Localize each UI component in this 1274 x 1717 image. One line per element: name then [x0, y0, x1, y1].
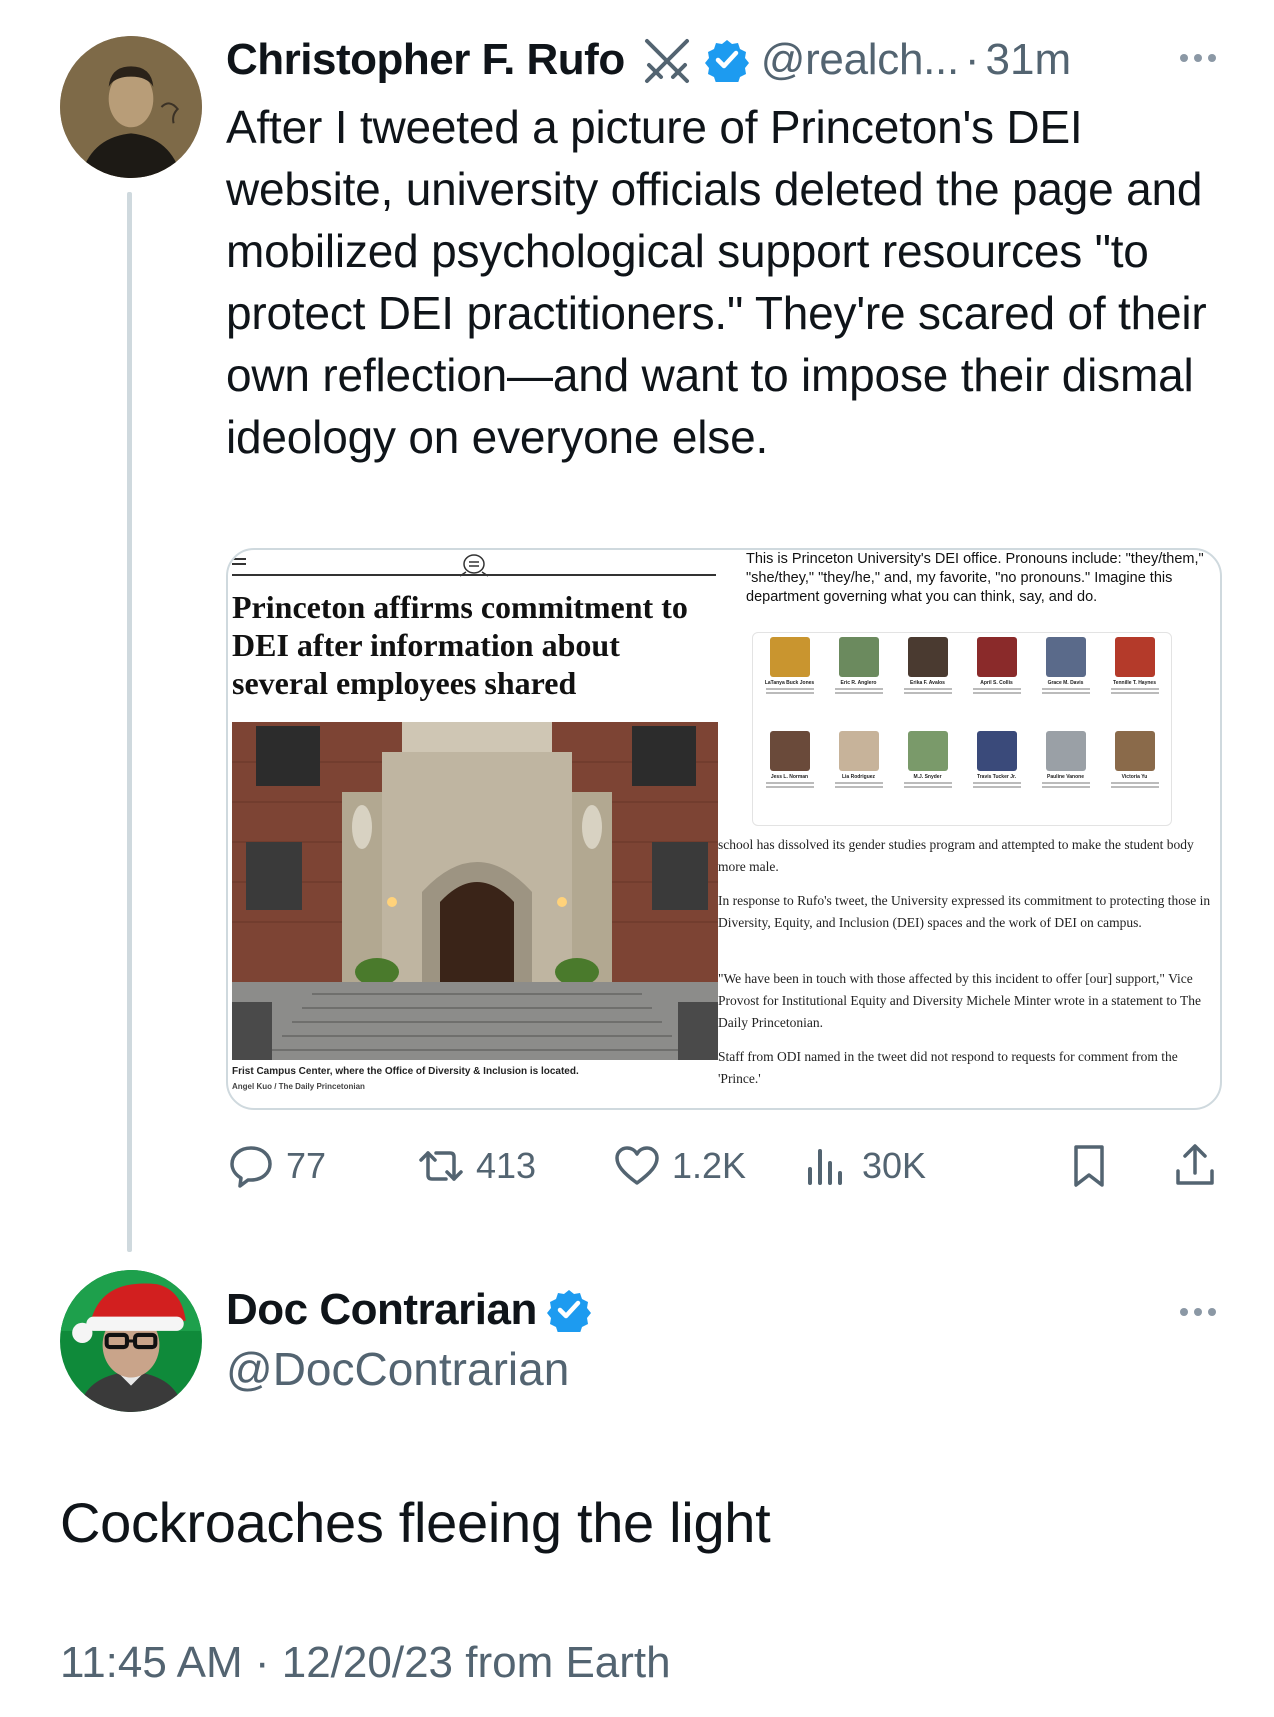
article-paragraph: Staff from ODI named in the tweet did no… — [718, 1049, 1178, 1086]
reply-author-handle[interactable]: @DocContrarian — [226, 1342, 569, 1396]
building-photo — [232, 722, 718, 1060]
embedded-tweet-text: This is Princeton University's DEI offic… — [746, 551, 1204, 605]
staff-card: Jess L. Norman — [757, 731, 822, 821]
share-icon — [1176, 1144, 1214, 1185]
views-button[interactable]: 30K — [802, 1138, 926, 1194]
like-button[interactable]: 1.2K — [612, 1138, 746, 1194]
tweet-header: Christopher F. Rufo @realch... · 31m — [226, 30, 1236, 90]
repost-icon — [419, 1151, 463, 1181]
tweet-media-image[interactable]: Princeton affirms commitment to DEI afte… — [226, 548, 1222, 1110]
like-icon — [615, 1146, 659, 1185]
staff-card: Pauline Vanone — [1033, 731, 1098, 821]
view-count: 30K — [862, 1145, 927, 1186]
verified-badge-icon — [546, 1288, 591, 1336]
separator-dot: · — [964, 35, 980, 84]
news-article-right: This is Princeton University's DEI offic… — [718, 550, 1220, 1108]
article-paragraph: school has dissolved its gender studies … — [718, 837, 1194, 874]
staff-card: Erika F. Avalos — [895, 637, 960, 727]
photo-credit: Angel Kuo / The Daily Princetonian — [232, 1082, 365, 1091]
staff-card: Eric R. Anglero — [826, 637, 891, 727]
bookmark-icon — [1074, 1145, 1104, 1187]
reply-count: 77 — [286, 1145, 327, 1186]
staff-card: Travis Tucker Jr. — [964, 731, 1029, 821]
reply-author-name[interactable]: Doc Contrarian — [226, 1285, 537, 1335]
news-article-left: Princeton affirms commitment to DEI afte… — [228, 550, 724, 1108]
author-avatar[interactable] — [60, 36, 202, 178]
staff-card: Tennille T. Haynes — [1102, 637, 1167, 727]
reply-body: Cockroaches fleeing the light — [60, 1491, 771, 1554]
tweet-body: After I tweeted a picture of Princeton's… — [226, 101, 1207, 463]
crossed-swords-icon — [639, 35, 695, 85]
more-icon[interactable] — [1180, 1308, 1216, 1316]
tweet-timestamp[interactable]: 31m — [986, 35, 1072, 85]
staff-card: LaTanya Buck Jones — [757, 637, 822, 727]
views-icon — [808, 1149, 842, 1185]
reply-timestamp-meta: 11:45 AM · 12/20/23 from Earth — [60, 1638, 671, 1687]
masthead-divider — [232, 574, 716, 576]
staff-card: Grace M. Davis — [1033, 637, 1098, 727]
article-paragraph: "We have been in touch with those affect… — [718, 971, 1202, 1030]
reply-button[interactable]: 77 — [226, 1138, 326, 1194]
more-icon[interactable] — [1180, 54, 1216, 62]
staff-card: M.J. Snyder — [895, 731, 960, 821]
author-name[interactable]: Christopher F. Rufo — [226, 35, 625, 85]
reply-icon — [230, 1146, 272, 1188]
staff-card: Victoria Yu — [1102, 731, 1167, 821]
article-headline: Princeton affirms commitment to DEI afte… — [232, 589, 688, 701]
verified-badge-icon — [704, 38, 749, 86]
repost-button[interactable]: 413 — [416, 1138, 536, 1194]
bookmark-button[interactable] — [1064, 1138, 1114, 1194]
share-button[interactable] — [1170, 1138, 1220, 1194]
staff-card: April S. Collis — [964, 637, 1029, 727]
author-handle[interactable]: @realch... — [761, 35, 959, 85]
article-paragraph: In response to Rufo's tweet, the Univers… — [718, 893, 1211, 930]
menu-icon — [232, 558, 246, 572]
staff-card: Lia Rodriguez — [826, 731, 891, 821]
staff-directory-grid: LaTanya Buck Jones Eric R. Anglero Erika… — [752, 632, 1172, 826]
tweet-action-bar: 77 413 1.2K 30K — [226, 1138, 1236, 1194]
reply-header: Doc Contrarian — [226, 1280, 591, 1340]
thread-connector-line — [127, 192, 132, 1252]
repost-count: 413 — [476, 1145, 537, 1186]
like-count: 1.2K — [672, 1145, 747, 1186]
reply-author-avatar[interactable] — [60, 1270, 202, 1412]
photo-caption: Frist Campus Center, where the Office of… — [232, 1066, 579, 1077]
